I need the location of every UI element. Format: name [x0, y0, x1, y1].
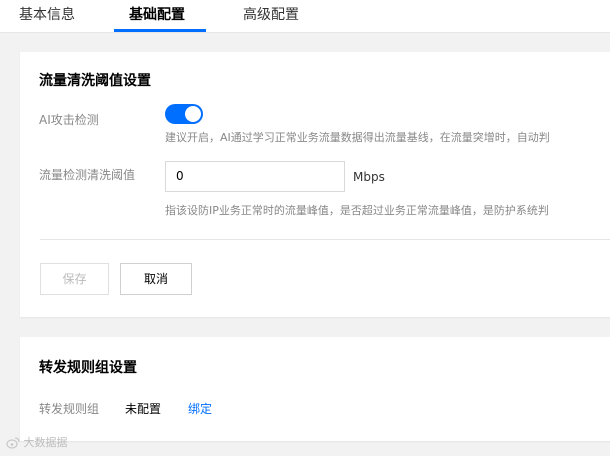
- threshold-label: 流量检测清洗阈值: [39, 168, 136, 182]
- tab-bar: 基本信息 基础配置 高级配置: [0, 0, 610, 33]
- active-tab-indicator: [114, 29, 206, 32]
- toggle-knob: [185, 106, 201, 122]
- threshold-input[interactable]: 0: [165, 161, 345, 192]
- rule-group-value: 未配置: [125, 402, 162, 416]
- divider: [40, 239, 610, 240]
- rule-group-label: 转发规则组: [39, 402, 100, 416]
- watermark-text: 大数据据: [23, 436, 68, 449]
- watermark: 大数据据: [6, 434, 68, 450]
- card-title-threshold: 流量清洗阈值设置: [39, 73, 151, 89]
- bind-link[interactable]: 绑定: [188, 400, 212, 417]
- cancel-button[interactable]: 取消: [120, 263, 192, 295]
- tab-advanced-config[interactable]: 高级配置: [243, 4, 299, 24]
- ai-detect-toggle[interactable]: [165, 104, 203, 124]
- threshold-settings-card: 流量清洗阈值设置 AI攻击检测 建议开启，AI通过学习正常业务流量数据得出流量基…: [20, 52, 610, 317]
- weibo-icon: [6, 437, 20, 449]
- ai-detect-hint: 建议开启，AI通过学习正常业务流量数据得出流量基线，在流量突增时，自动判: [165, 131, 550, 144]
- ai-detect-label: AI攻击检测: [39, 113, 99, 127]
- threshold-unit: Mbps: [353, 170, 385, 184]
- tab-basic-info[interactable]: 基本信息: [19, 4, 75, 24]
- save-button[interactable]: 保存: [40, 263, 109, 295]
- threshold-hint: 指该设防IP业务正常时的流量峰值，是否超过业务正常流量峰值，是防护系统判: [165, 204, 549, 217]
- forward-rule-card: 转发规则组设置 转发规则组 未配置 绑定: [20, 337, 610, 441]
- card-title-forward: 转发规则组设置: [39, 360, 137, 376]
- tab-basic-config[interactable]: 基础配置: [129, 4, 185, 24]
